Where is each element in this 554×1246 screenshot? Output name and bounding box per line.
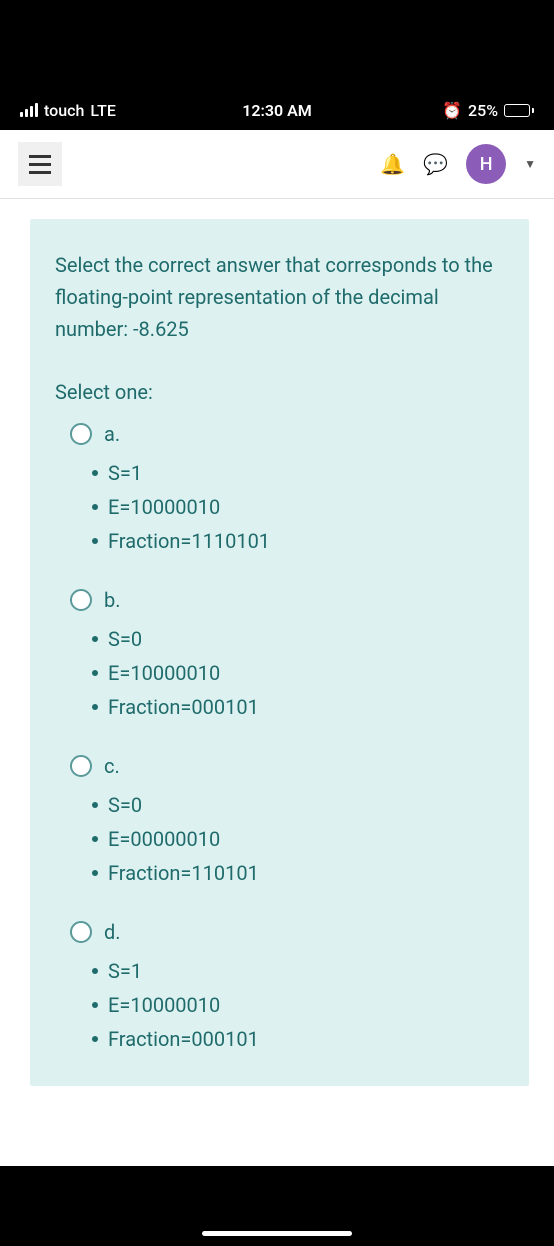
option-a-s: S=1 [92,456,504,490]
question-prompt: Select the correct answer that correspon… [55,249,504,345]
radio-b[interactable] [70,589,92,611]
status-time: 12:30 AM [242,101,312,120]
option-b-e: E=10000010 [92,656,504,690]
option-d-s: S=1 [92,954,504,988]
bell-icon[interactable]: 🔔 [380,152,405,176]
option-a-items: S=1 E=10000010 Fraction=1110101 [70,456,504,558]
option-d-items: S=1 E=10000010 Fraction=000101 [70,954,504,1056]
bottom-bar [0,1166,554,1246]
option-a-f: Fraction=1110101 [92,524,504,558]
status-bar: touch LTE 12:30 AM ⏰ 25% [0,0,554,130]
home-indicator[interactable] [202,1231,352,1236]
header-right: 🔔 💬 H ▼ [380,144,536,184]
app-header: 🔔 💬 H ▼ [0,130,554,199]
option-c-f: Fraction=110101 [92,856,504,890]
network-type: LTE [90,101,115,120]
option-a: a. S=1 E=10000010 Fraction=1110101 [55,422,504,558]
option-c: c. S=0 E=00000010 Fraction=110101 [55,754,504,890]
option-d-e: E=10000010 [92,988,504,1022]
chevron-down-icon[interactable]: ▼ [524,157,536,171]
carrier-name: touch [44,101,84,120]
status-left: touch LTE [20,101,116,120]
option-b-s: S=0 [92,622,504,656]
hamburger-icon [29,155,51,174]
radio-c[interactable] [70,755,92,777]
option-d: d. S=1 E=10000010 Fraction=000101 [55,920,504,1056]
chat-icon[interactable]: 💬 [423,152,448,176]
radio-d[interactable] [70,921,92,943]
status-right: ⏰ 25% [442,101,534,120]
option-b-items: S=0 E=10000010 Fraction=000101 [70,622,504,724]
option-c-e: E=00000010 [92,822,504,856]
option-c-items: S=0 E=00000010 Fraction=110101 [70,788,504,890]
option-b-f: Fraction=000101 [92,690,504,724]
battery-icon [504,104,534,117]
option-a-label: a. [104,422,120,446]
signal-icon [20,103,38,117]
avatar[interactable]: H [466,144,506,184]
menu-button[interactable] [18,142,62,186]
option-b-header[interactable]: b. [70,588,504,612]
battery-percent: 25% [468,101,498,120]
option-a-e: E=10000010 [92,490,504,524]
option-d-label: d. [104,920,121,944]
content-area: Select the correct answer that correspon… [0,199,554,1166]
option-d-f: Fraction=000101 [92,1022,504,1056]
radio-a[interactable] [70,423,92,445]
option-a-header[interactable]: a. [70,422,504,446]
option-d-header[interactable]: d. [70,920,504,944]
option-c-header[interactable]: c. [70,754,504,778]
option-c-s: S=0 [92,788,504,822]
option-b: b. S=0 E=10000010 Fraction=000101 [55,588,504,724]
question-card: Select the correct answer that correspon… [30,219,529,1086]
alarm-icon: ⏰ [442,101,462,120]
option-c-label: c. [104,754,120,778]
option-b-label: b. [104,588,121,612]
select-one-label: Select one: [55,380,504,404]
